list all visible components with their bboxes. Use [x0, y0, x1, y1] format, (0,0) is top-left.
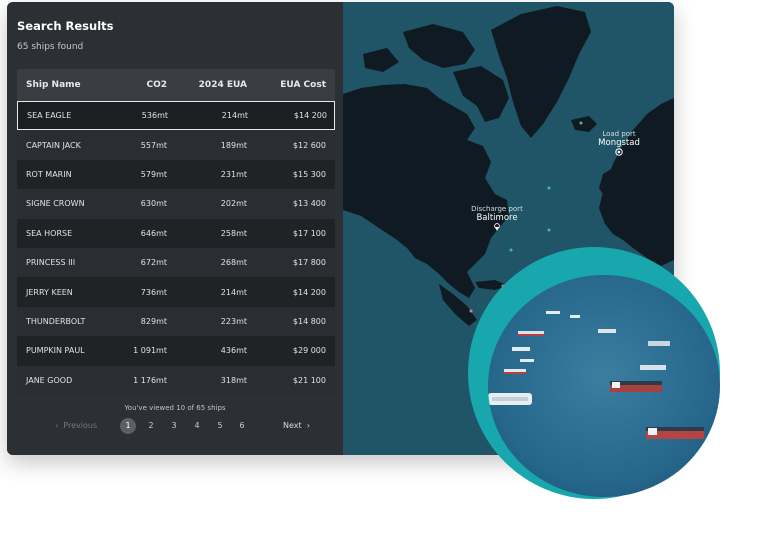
column-header-ship-name[interactable]: Ship Name: [17, 80, 107, 90]
table-row[interactable]: THUNDERBOLT 829mt 223mt $14 800: [17, 306, 335, 337]
eua-cost-cell: $12 600: [292, 140, 326, 150]
table-row[interactable]: SEA HORSE 646mt 258mt $17 100: [17, 218, 335, 248]
ships-table: Ship Name CO2 2024 EUA EUA Cost SEA EAGL…: [17, 69, 335, 395]
ship-name-cell: SEA EAGLE: [27, 111, 72, 121]
page-4-button[interactable]: 4: [189, 418, 205, 434]
next-button[interactable]: Next ›: [283, 421, 310, 430]
ship-name-cell: CAPTAIN JACK: [26, 140, 81, 150]
eua-cell: 318mt: [220, 375, 247, 385]
table-row[interactable]: SEA EAGLE 536mt 214mt $14 200: [17, 101, 335, 131]
ship-name-cell: ROT MARIN: [26, 169, 72, 179]
eua-cost-cell: $29 000: [292, 346, 326, 356]
ship-3: [570, 315, 580, 318]
co2-cell: 829mt: [140, 316, 167, 326]
eua-cell: 214mt: [220, 287, 247, 297]
page-6-button[interactable]: 6: [234, 418, 250, 434]
table-row[interactable]: SIGNE CROWN 630mt 202mt $13 400: [17, 189, 335, 219]
co2-cell: 736mt: [140, 287, 167, 297]
ship-7: [520, 359, 534, 362]
viewed-count: You've viewed 10 of 65 ships: [124, 404, 226, 412]
co2-cell: 557mt: [140, 140, 167, 150]
ship-11: [488, 393, 532, 405]
table-row[interactable]: PUMPKIN PAUL 1 091mt 436mt $29 000: [17, 336, 335, 366]
table-row[interactable]: JERRY KEEN 736mt 214mt $14 200: [17, 277, 335, 307]
eua-cell: 202mt: [220, 199, 247, 209]
ship-name-cell: SEA HORSE: [26, 228, 73, 238]
co2-cell: 646mt: [140, 228, 167, 238]
eua-cost-cell: $14 800: [292, 316, 326, 326]
column-header-co2[interactable]: CO2: [107, 80, 167, 90]
previous-label: Previous: [63, 421, 98, 430]
table-row[interactable]: PRINCESS III 672mt 268mt $17 800: [17, 247, 335, 278]
co2-cell: 630mt: [140, 199, 167, 209]
ship-4: [598, 329, 616, 333]
land-greenland: [491, 6, 591, 138]
ship-name-cell: SIGNE CROWN: [26, 199, 85, 209]
eua-cell: 231mt: [220, 169, 247, 179]
table-header: Ship Name CO2 2024 EUA EUA Cost: [17, 69, 335, 101]
eua-cell: 258mt: [220, 228, 247, 238]
discharge-port-label: Discharge port Baltimore: [471, 205, 523, 223]
eua-cost-cell: $13 400: [292, 199, 326, 209]
ship-6: [512, 347, 530, 351]
ship-name-cell: PRINCESS III: [26, 258, 76, 268]
column-header-2024-eua[interactable]: 2024 EUA: [167, 80, 247, 90]
page-3-button[interactable]: 3: [166, 418, 182, 434]
page-1-button[interactable]: 1: [120, 418, 136, 434]
ship-5: [648, 341, 670, 346]
eua-cost-cell: $21 100: [292, 375, 326, 385]
ship-name-cell: PUMPKIN PAUL: [26, 346, 85, 356]
results-count: 65 ships found: [17, 42, 84, 52]
results-panel: Search Results 65 ships found Ship Name …: [7, 2, 343, 455]
table-row[interactable]: CAPTAIN JACK 557mt 189mt $12 600: [17, 130, 335, 160]
load-port-label: Load port Mongstad: [598, 130, 640, 148]
ships-aerial-photo: [488, 275, 720, 497]
co2-cell: 536mt: [141, 111, 168, 121]
ship-name-cell: JERRY KEEN: [26, 287, 73, 297]
ship-name-cell: JANE GOOD: [26, 375, 73, 385]
chevron-right-icon: ›: [306, 421, 310, 430]
page-2-button[interactable]: 2: [143, 418, 159, 434]
land-arctic-islands: [403, 24, 475, 68]
eua-cell: 268mt: [220, 258, 247, 268]
next-label: Next: [283, 421, 302, 430]
co2-cell: 1 176mt: [133, 375, 167, 385]
co2-cell: 672mt: [140, 258, 167, 268]
ship-9: [640, 365, 666, 370]
panel-title: Search Results: [17, 19, 114, 33]
table-row[interactable]: ROT MARIN 579mt 231mt $15 300: [17, 159, 335, 190]
eua-cell: 189mt: [220, 140, 247, 150]
eua-cost-cell: $14 200: [292, 287, 326, 297]
eua-cost-cell: $17 800: [292, 258, 326, 268]
eua-cost-cell: $17 100: [292, 228, 326, 238]
co2-cell: 1 091mt: [133, 346, 167, 356]
table-row[interactable]: JANE GOOD 1 176mt 318mt $21 100: [17, 365, 335, 395]
eua-cell: 214mt: [221, 111, 248, 121]
pagination: ‹ Previous 1 2 3 4 5 6 Next ›: [7, 417, 343, 435]
ship-10: [610, 381, 662, 392]
ship-1: [518, 331, 544, 336]
ship-2: [546, 311, 560, 314]
eua-cell: 223mt: [220, 316, 247, 326]
ship-12: [646, 427, 704, 439]
eua-cost-cell: $15 300: [292, 169, 326, 179]
previous-button[interactable]: ‹ Previous: [55, 421, 97, 430]
land-arctic-small: [363, 48, 399, 72]
eua-cell: 436mt: [220, 346, 247, 356]
ships-photo-svg: [488, 275, 720, 497]
ship-name-cell: THUNDERBOLT: [26, 316, 86, 326]
table-body: SEA EAGLE 536mt 214mt $14 200 CAPTAIN JACK 55…: [17, 101, 335, 395]
ship-8: [504, 369, 526, 374]
co2-cell: 579mt: [140, 169, 167, 179]
page-5-button[interactable]: 5: [212, 418, 228, 434]
eua-cost-cell: $14 200: [293, 111, 327, 121]
column-header-eua-cost[interactable]: EUA Cost: [247, 80, 326, 90]
chevron-left-icon: ‹: [55, 421, 59, 430]
